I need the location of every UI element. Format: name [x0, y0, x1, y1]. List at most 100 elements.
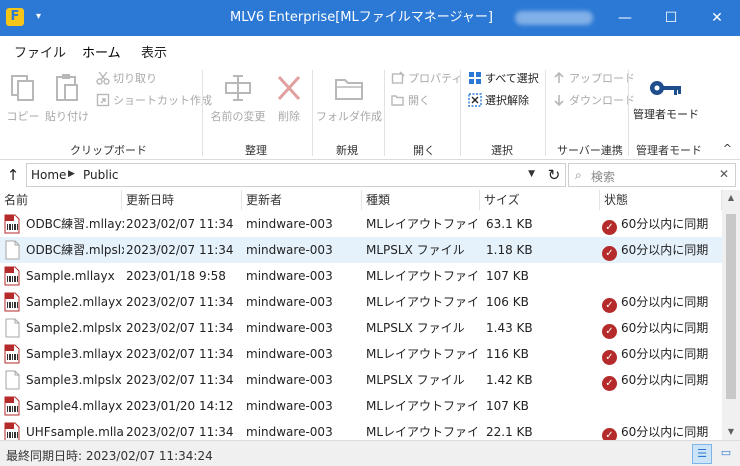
breadcrumb-home[interactable]: Home [31, 168, 66, 182]
group-clipboard-label: クリップボード [70, 144, 147, 157]
sync-check-icon: ✓ [602, 350, 617, 365]
file-size: 107 KB [486, 263, 600, 289]
app-icon[interactable]: F [6, 8, 24, 26]
file-type-text: MLPSLX ファイル [366, 373, 465, 387]
file-modified-text: 2023/02/07 11:34 [126, 321, 234, 335]
file-name-text: UHFsample.mllayx [26, 425, 124, 439]
close-button[interactable]: ✕ [694, 0, 740, 36]
column-header-modified[interactable]: 更新日時 [122, 190, 242, 210]
delete-button[interactable]: 削除 [272, 72, 306, 124]
file-modified: 2023/02/07 11:34 [126, 367, 240, 393]
sync-check-icon: ✓ [602, 376, 617, 391]
deselect-icon [468, 93, 482, 107]
properties-button[interactable]: プロパティ [391, 70, 462, 88]
file-status-text: 60分以内に同期 [621, 347, 709, 361]
file-modified: 2023/02/07 11:34 [126, 341, 240, 367]
column-header-size[interactable]: サイズ [480, 190, 600, 210]
table-row[interactable]: ODBC練習.mllayx 2023/02/07 11:34 mindware-00… [0, 211, 722, 237]
open-folder-icon [391, 95, 404, 106]
paste-button[interactable]: 貼り付け [44, 72, 90, 124]
file-modified-text: 2023/02/07 11:34 [126, 347, 234, 361]
file-modified-text: 2023/02/07 11:34 [126, 217, 234, 231]
breadcrumb[interactable]: Home ▶ Public ▼ [26, 163, 566, 187]
download-button[interactable]: ダウンロード [552, 92, 635, 110]
file-modified-by: mindware-003 [246, 341, 360, 367]
column-header-name[interactable]: 名前 [0, 190, 122, 210]
file-type: MLレイアウトファイル [366, 341, 480, 367]
file-name: Sample2.mlpslx [26, 315, 124, 341]
minimize-button[interactable]: — [602, 0, 648, 36]
tab-home[interactable]: ホーム [80, 42, 123, 67]
group-select-label: 選択 [491, 144, 513, 157]
table-row[interactable]: ODBC練習.mlpslx 2023/02/07 11:34 mindware-00… [0, 237, 722, 263]
copy-button[interactable]: コピー [6, 72, 40, 124]
select-all-icon [469, 72, 481, 84]
deselect-label: 選択解除 [485, 94, 529, 107]
scroll-up-icon[interactable]: ▲ [722, 190, 740, 206]
table-row[interactable]: Sample2.mllayx 2023/02/07 11:34 mindware-0… [0, 289, 722, 315]
file-modified: 2023/02/07 11:34 [126, 237, 240, 263]
clear-search-icon[interactable]: ✕ [719, 167, 729, 181]
details-view-icon[interactable]: ☰ [692, 444, 712, 464]
file-type: MLレイアウトファイル [366, 289, 480, 315]
rename-label: 名前の変更 [210, 110, 266, 123]
create-folder-button[interactable]: フォルダ作成 [316, 72, 382, 124]
vertical-scrollbar[interactable]: ▲ ▼ [722, 190, 740, 440]
file-status [602, 263, 720, 289]
file-size-text: 116 KB [486, 347, 529, 361]
file-status-text: 60分以内に同期 [621, 295, 709, 309]
scroll-down-icon[interactable]: ▼ [722, 424, 740, 440]
scrollbar-thumb[interactable] [726, 214, 736, 399]
upload-button[interactable]: アップロード [552, 70, 635, 88]
cut-button[interactable]: 切り取り [96, 70, 157, 88]
column-header-status[interactable]: 状態 [600, 190, 722, 210]
file-modified: 2023/01/18 9:58 [126, 263, 240, 289]
file-modified-by: mindware-003 [246, 393, 360, 419]
search-input[interactable]: ⌕ 検索 ✕ [568, 163, 736, 187]
cut-label: 切り取り [113, 72, 157, 85]
path-dropdown-icon[interactable]: ▼ [528, 169, 535, 179]
quick-access-dropdown-icon[interactable]: ▾ [36, 8, 41, 26]
file-size-text: 22.1 KB [486, 425, 533, 439]
tab-file[interactable]: ファイル [14, 42, 66, 61]
tab-view[interactable]: 表示 [141, 42, 167, 61]
properties-label: プロパティ [408, 72, 463, 85]
maximize-button[interactable]: ☐ [648, 0, 694, 36]
refresh-icon[interactable]: ↻ [542, 163, 566, 187]
open-button[interactable]: 開く [391, 92, 430, 110]
table-row[interactable]: Sample3.mlpslx 2023/02/07 11:34 mindware-0… [0, 367, 722, 393]
file-list: 名前 更新日時 更新者 種類 サイズ 状態 ODBC練習.mllayx 2023/… [0, 190, 740, 443]
file-type: MLPSLX ファイル [366, 315, 480, 341]
delete-label: 削除 [278, 110, 300, 123]
file-type-text: MLPSLX ファイル [366, 321, 465, 335]
file-type-text: MLレイアウトファイル [366, 295, 480, 309]
create-shortcut-button[interactable]: ショートカット作成 [96, 92, 212, 110]
file-name-text: ODBC練習.mllayx [26, 217, 124, 231]
rename-button[interactable]: 名前の変更 [208, 72, 268, 124]
select-all-button[interactable]: すべて選択 [468, 70, 539, 88]
breadcrumb-public[interactable]: Public [83, 168, 119, 182]
file-type-text: MLレイアウトファイル [366, 269, 480, 283]
deselect-button[interactable]: 選択解除 [468, 92, 529, 110]
file-status-text: 60分以内に同期 [621, 243, 709, 257]
column-header-type[interactable]: 種類 [362, 190, 480, 210]
group-new-label: 新規 [336, 144, 358, 157]
group-organize-label: 整理 [245, 144, 267, 157]
file-modified-text: 2023/01/18 9:58 [126, 269, 226, 283]
table-row[interactable]: Sample2.mlpslx 2023/02/07 11:34 mindware-0… [0, 315, 722, 341]
download-label: ダウンロード [569, 94, 635, 107]
table-row[interactable]: Sample4.mllayx 2023/01/20 14:12 mindware-0… [0, 393, 722, 419]
up-arrow-icon[interactable]: ↑ [4, 165, 22, 185]
file-size-text: 1.18 KB [486, 243, 533, 257]
admin-mode-button[interactable]: 管理者モード [632, 74, 700, 122]
address-bar: ↑ Home ▶ Public ▼ ↻ ⌕ 検索 ✕ [0, 161, 740, 189]
collapse-ribbon-icon[interactable]: ^ [723, 142, 732, 155]
table-row[interactable]: Sample3.mllayx 2023/02/07 11:34 mindware-0… [0, 341, 722, 367]
table-row[interactable]: Sample.mllayx 2023/01/18 9:58 mindware-003… [0, 263, 722, 289]
column-header-modified-by[interactable]: 更新者 [242, 190, 362, 210]
file-modified-text: 2023/01/20 14:12 [126, 399, 234, 413]
file-modified: 2023/02/07 11:34 [126, 315, 240, 341]
group-server-label: サーバー連携 [557, 144, 623, 157]
large-icons-view-icon[interactable]: ▭ [716, 444, 736, 464]
file-size: 1.43 KB [486, 315, 600, 341]
